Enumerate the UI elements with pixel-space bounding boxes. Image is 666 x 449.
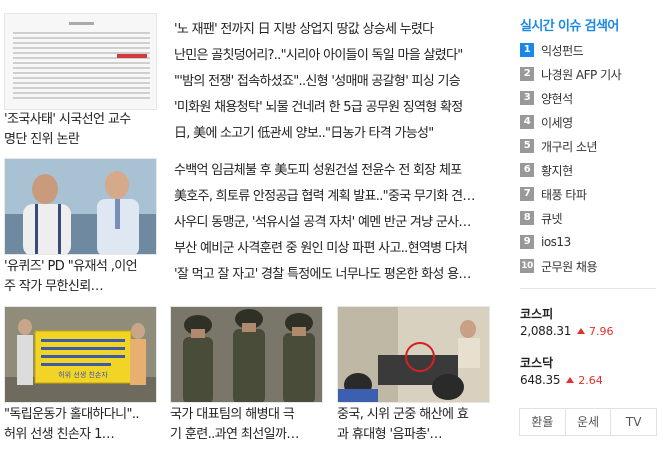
headline-link[interactable]: '미화원 채용청탁' 뇌물 건네려 한 5급 공무원 징역형 확정 [174, 95, 490, 121]
realtime-keywords-list: 1 익성펀드 2 나경원 AFP 기사 3 양현석 4 이세영 5 개구리 소년 6 황지현… [520, 38, 660, 278]
keyword-label[interactable]: ios13 [541, 235, 571, 249]
realtime-keyword-item[interactable]: 9 ios13 [520, 230, 660, 254]
exchange-rate-button[interactable]: 환율 [520, 409, 566, 435]
divider [520, 288, 656, 289]
kosdaq-label[interactable]: 코스닥 [520, 354, 553, 371]
kospi-change: 7.96 [589, 324, 614, 338]
realtime-keywords-title[interactable]: 실시간 이슈 검색어 [520, 15, 619, 34]
keyword-label[interactable]: 큐넷 [541, 210, 563, 227]
photo-image [338, 307, 489, 402]
bottom-card-1-title-line1[interactable]: "독립운동가 홀대하다니".. [4, 405, 159, 425]
realtime-keyword-item[interactable]: 4 이세영 [520, 110, 660, 134]
rank-badge: 3 [520, 91, 534, 105]
realtime-keyword-item[interactable]: 6 황지현 [520, 158, 660, 182]
rank-badge: 8 [520, 211, 534, 225]
headline-link[interactable]: 난민은 골칫덩어리?.."시리아 아이들이 독일 마을 살렸다" [174, 43, 490, 69]
rank-badge: 7 [520, 187, 534, 201]
kosdaq-change: 2.64 [578, 373, 603, 387]
headline-link[interactable]: '잘 먹고 잘 자고' 경찰 특정에도 너무나도 평온한 화성 용… [174, 262, 490, 288]
headline-list-1: '노 재팬' 전까지 日 지방 상업지 땅값 상승세 누렸다 난민은 골칫덩어리… [174, 17, 490, 147]
feature-card-1-title-line1[interactable]: '조국사태' 시국선언 교수 [4, 110, 159, 130]
realtime-keyword-item[interactable]: 7 태풍 타파 [520, 182, 660, 206]
headline-link[interactable]: 부산 예비군 사격훈련 중 원인 미상 파편 사고..현역병 다쳐 [174, 236, 490, 262]
tv-button[interactable]: TV [611, 409, 656, 435]
up-arrow-icon [566, 377, 575, 383]
kosdaq-quote[interactable]: 648.35 2.64 [520, 373, 603, 387]
kospi-label[interactable]: 코스피 [520, 305, 553, 322]
rank-badge: 6 [520, 163, 534, 177]
headline-link[interactable]: "'밤의 전쟁' 접속하셨죠"..신형 '성매매 공갈형' 피싱 기승 [174, 69, 490, 95]
rank-badge: 4 [520, 115, 534, 129]
up-arrow-icon [577, 328, 586, 334]
photo-image: 허위 선생 친손자 [5, 307, 156, 402]
realtime-keyword-item[interactable]: 5 개구리 소년 [520, 134, 660, 158]
fortune-button[interactable]: 운세 [566, 409, 612, 435]
keyword-label[interactable]: 개구리 소년 [541, 138, 598, 155]
feature-card-1-title-line2[interactable]: 명단 진위 논란 [4, 130, 159, 150]
feature-card-2-title-line2[interactable]: 주 작가 무한신뢰… [4, 277, 159, 297]
keyword-label[interactable]: 군무원 채용 [541, 258, 598, 275]
feature-card-1-thumbnail[interactable] [4, 13, 157, 110]
bottom-card-3-thumbnail[interactable] [337, 306, 490, 403]
keyword-label[interactable]: 양현석 [541, 90, 573, 107]
kospi-quote[interactable]: 2,088.31 7.96 [520, 324, 614, 338]
headline-link[interactable]: 日, 美에 소고기 低관세 양보.."日농가 타격 가능성" [174, 121, 490, 147]
realtime-keyword-item[interactable]: 10 군무원 채용 [520, 254, 660, 278]
feature-card-2-thumbnail[interactable] [4, 158, 157, 255]
photo-image [171, 307, 322, 402]
headline-link[interactable]: '노 재팬' 전까지 日 지방 상업지 땅값 상승세 누렸다 [174, 17, 490, 43]
bottom-card-1-title-line2[interactable]: 허위 선생 친손자 1… [4, 425, 159, 445]
bottom-card-2-title-line2[interactable]: 기 훈련..과연 최선일까… [170, 425, 325, 445]
kospi-value: 2,088.31 [520, 324, 572, 338]
headline-link[interactable]: 美호주, 희토류 안정공급 협력 계획 발표.."중국 무기화 견… [174, 184, 490, 210]
keyword-label[interactable]: 태풍 타파 [541, 186, 587, 203]
realtime-keyword-item[interactable]: 1 익성펀드 [520, 38, 660, 62]
rank-badge: 9 [520, 235, 534, 249]
keyword-label[interactable]: 황지현 [541, 162, 573, 179]
headline-list-2: 수백억 임금체불 후 美도피 성원건설 전윤수 전 회장 체포 美호주, 희토류… [174, 158, 490, 288]
rank-badge: 2 [520, 67, 534, 81]
realtime-keyword-item[interactable]: 8 큐넷 [520, 206, 660, 230]
keyword-label[interactable]: 익성펀드 [541, 42, 584, 59]
tool-buttons: 환율 운세 TV [519, 408, 657, 436]
realtime-keyword-item[interactable]: 2 나경원 AFP 기사 [520, 62, 660, 86]
bottom-card-1-thumbnail[interactable]: 허위 선생 친손자 [4, 306, 157, 403]
sign-text: 허위 선생 친손자 [58, 370, 108, 379]
rank-badge: 1 [520, 43, 534, 57]
headline-link[interactable]: 사우디 동맹군, '석유시설 공격 자처' 예멘 반군 겨냥 군사… [174, 210, 490, 236]
rank-badge: 10 [520, 259, 534, 273]
bottom-card-3-title-line2[interactable]: 과 휴대형 '음파총'… [337, 425, 492, 445]
rank-badge: 5 [520, 139, 534, 153]
keyword-label[interactable]: 나경원 AFP 기사 [541, 66, 622, 83]
photo-image [5, 159, 156, 254]
feature-card-2-title-line1[interactable]: '유퀴즈' PD "유재석 ,이언 [4, 257, 159, 277]
headline-link[interactable]: 수백억 임금체불 후 美도피 성원건설 전윤수 전 회장 체포 [174, 158, 490, 184]
bottom-card-3-title-line1[interactable]: 중국, 시위 군중 해산에 효 [337, 405, 492, 425]
bottom-card-2-thumbnail[interactable] [170, 306, 323, 403]
realtime-keyword-item[interactable]: 3 양현석 [520, 86, 660, 110]
kosdaq-value: 648.35 [520, 373, 561, 387]
bottom-card-2-title-line1[interactable]: 국가 대표팀의 해병대 극 [170, 405, 325, 425]
document-image [5, 14, 156, 109]
keyword-label[interactable]: 이세영 [541, 114, 573, 131]
